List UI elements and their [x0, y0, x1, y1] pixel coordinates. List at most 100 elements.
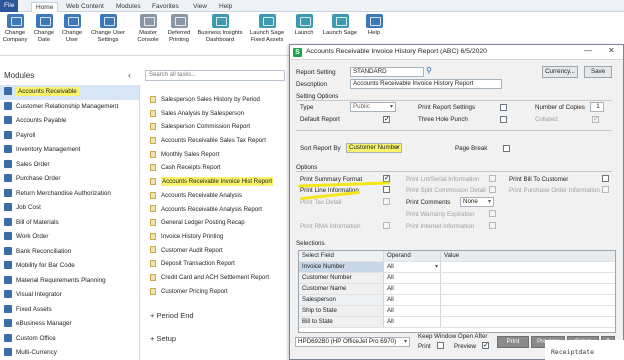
task-item[interactable]: Accounts Receivable Analysis Report — [150, 203, 295, 217]
value-cell[interactable] — [441, 295, 615, 305]
module-item[interactable]: Mobility for Bar Code — [0, 259, 139, 274]
table-row[interactable]: Ship to State All — [299, 306, 615, 317]
value-cell[interactable] — [441, 273, 615, 283]
table-row[interactable]: Customer Number All — [299, 273, 615, 284]
operand-cell[interactable]: All — [384, 262, 441, 272]
group-period-end[interactable]: + Period End — [150, 311, 194, 320]
operand-cell[interactable]: All — [384, 317, 441, 327]
printer-select[interactable]: HPD692B0 (HP OfficeJet Pro 6970) — [295, 337, 410, 347]
launch-sage-fixed-assets-button[interactable]: Launch Sage Fixed Assets — [247, 14, 287, 44]
print-report-settings-checkbox[interactable] — [500, 104, 507, 111]
operand-cell[interactable]: All — [384, 273, 441, 283]
page-break-checkbox[interactable] — [503, 145, 510, 152]
tab-home[interactable]: Home — [31, 2, 59, 12]
module-item[interactable]: Bill of Materials — [0, 216, 139, 231]
tab-help[interactable]: Help — [215, 2, 236, 12]
module-item[interactable]: Purchase Order — [0, 172, 139, 187]
print-line-information-checkbox[interactable] — [383, 186, 390, 193]
task-item[interactable]: Customer Audit Report — [150, 244, 295, 258]
module-item[interactable]: Work Order — [0, 230, 139, 245]
report-setting-field[interactable]: STANDARD — [350, 67, 424, 77]
module-item[interactable]: Fixed Assets — [0, 303, 139, 318]
module-item[interactable]: Multi-Currency — [0, 346, 139, 360]
change-user-button[interactable]: Change User — [60, 14, 84, 44]
task-item[interactable]: Salesperson Sales History by Period — [150, 93, 295, 107]
grid-header: Select Field — [299, 251, 384, 261]
launch-sage-button[interactable]: Launch Sage — [322, 14, 358, 37]
table-row[interactable]: Customer Name All — [299, 284, 615, 295]
value-cell[interactable] — [441, 284, 615, 294]
module-item[interactable]: Accounts Payable — [0, 114, 139, 129]
task-item[interactable]: Salesperson Commission Report — [150, 120, 295, 134]
operand-cell[interactable]: All — [384, 284, 441, 294]
module-item[interactable]: Custom Office — [0, 332, 139, 347]
number-of-copies-field[interactable]: 1 — [590, 102, 604, 112]
description-field[interactable]: Accounts Receivable Invoice History Repo… — [350, 79, 502, 89]
task-item[interactable]: Deposit Transaction Report — [150, 257, 295, 271]
search-icon[interactable]: ⚲ — [426, 66, 432, 75]
default-report-checkbox[interactable]: ✓ — [383, 116, 390, 123]
sort-report-by-select[interactable]: Customer Number — [346, 143, 402, 153]
keep-open-preview-checkbox[interactable]: ✓ — [482, 342, 489, 349]
task-item[interactable]: Invoice History Printing — [150, 230, 295, 244]
module-icon — [4, 130, 12, 139]
print-bill-to-checkbox[interactable] — [602, 175, 609, 182]
business-insights-dashboard-button[interactable]: Business Insights Dashboard — [196, 14, 244, 44]
change-date-button[interactable]: Change Date — [33, 14, 55, 44]
task-item[interactable]: Accounts Receivable Sales Tax Report — [150, 134, 295, 148]
module-item[interactable]: Inventory Management — [0, 143, 139, 158]
launch-button[interactable]: Launch — [292, 14, 316, 37]
module-icon — [4, 290, 12, 299]
operand-cell[interactable]: All — [384, 295, 441, 305]
task-item[interactable]: Sales Analysis by Salesperson — [150, 107, 295, 121]
tab-view[interactable]: View — [189, 2, 211, 12]
currency-button[interactable]: Currency... — [542, 66, 578, 78]
task-item[interactable]: General Ledger Posting Recap — [150, 216, 295, 230]
master-console-button[interactable]: Master Console — [134, 14, 162, 44]
value-cell[interactable] — [441, 306, 615, 316]
type-select[interactable]: Public — [350, 102, 396, 112]
minimize-icon[interactable]: — — [584, 46, 592, 55]
value-cell[interactable] — [441, 317, 615, 327]
operand-cell[interactable]: All — [384, 306, 441, 316]
print-report-settings-label: Print Report Settings — [418, 104, 476, 111]
chevron-left-icon[interactable]: ‹ — [128, 70, 131, 80]
module-item[interactable]: Visual Integrator — [0, 288, 139, 303]
print-comments-select[interactable]: None — [460, 197, 494, 207]
task-item[interactable]: Cash Receipts Report — [150, 161, 295, 175]
help-button[interactable]: Help — [364, 14, 384, 37]
value-cell[interactable] — [441, 262, 615, 272]
deferred-printing-button[interactable]: Deferred Printing — [165, 14, 193, 44]
task-item[interactable]: Credit Card and ACH Settlement Report — [150, 271, 295, 285]
module-item[interactable]: Customer Relationship Management — [0, 100, 139, 115]
table-row[interactable]: Salesperson All — [299, 295, 615, 306]
search-tasks-input[interactable]: Search all tasks... — [145, 70, 285, 81]
tab-favorites[interactable]: Favorites — [148, 2, 183, 12]
module-item[interactable]: Return Merchandise Authorization — [0, 187, 139, 202]
print-button[interactable]: Print — [497, 336, 529, 348]
table-row[interactable]: Bill to State All — [299, 317, 615, 328]
task-item[interactable]: Monthly Sales Report — [150, 148, 295, 162]
tab-file[interactable]: File — [0, 0, 19, 12]
change-user-settings-button[interactable]: Change User Settings — [88, 14, 128, 44]
three-hole-punch-checkbox[interactable] — [500, 116, 507, 123]
task-item[interactable]: Accounts Receivable Invoice Hist Report — [150, 175, 295, 189]
group-setup[interactable]: + Setup — [150, 334, 176, 343]
save-button[interactable]: Save — [584, 66, 612, 78]
tab-web-content[interactable]: Web Content — [62, 2, 108, 12]
module-item[interactable]: Job Cost — [0, 201, 139, 216]
change-company-button[interactable]: Change Company — [2, 14, 28, 44]
table-row[interactable]: Invoice Number All — [299, 262, 615, 273]
tab-modules[interactable]: Modules — [112, 2, 145, 12]
module-item[interactable]: eBusiness Manager — [0, 317, 139, 332]
close-icon[interactable]: ✕ — [608, 46, 615, 55]
module-item[interactable]: Payroll — [0, 129, 139, 144]
keep-open-print-checkbox[interactable] — [437, 342, 444, 349]
task-item[interactable]: Customer Pricing Report — [150, 285, 295, 299]
module-item[interactable]: Accounts Receivable — [0, 85, 139, 100]
module-item[interactable]: Bank Reconciliation — [0, 245, 139, 260]
modules-list: Accounts Receivable Customer Relationshi… — [0, 85, 140, 360]
module-item[interactable]: Sales Order — [0, 158, 139, 173]
module-item[interactable]: Material Requirements Planning — [0, 274, 139, 289]
task-item[interactable]: Accounts Receivable Analysis — [150, 189, 295, 203]
